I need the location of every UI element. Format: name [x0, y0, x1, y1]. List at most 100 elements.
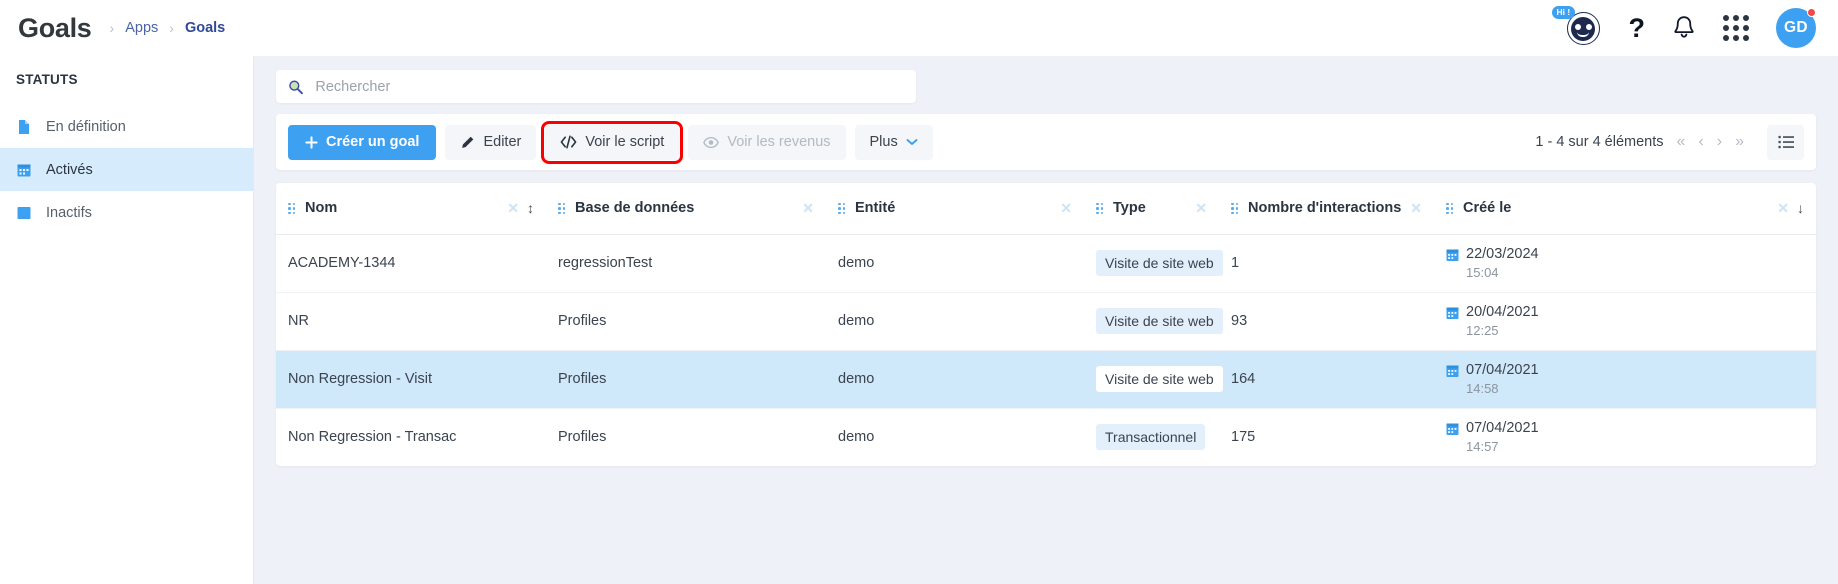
pagination-last-button[interactable]: »: [1735, 134, 1744, 150]
cell-interactions: 164: [1219, 350, 1434, 409]
table-row[interactable]: NR Profiles demo Visite de site web 93 2…: [276, 292, 1816, 351]
apps-grid-button[interactable]: [1723, 15, 1749, 41]
table-row[interactable]: ACADEMY-1344 regressionTest demo Visite …: [276, 234, 1816, 293]
table-header: Nom ✕ ↕ Base de données ✕ Entité ✕ Type …: [276, 183, 1816, 235]
breadcrumb-separator: ›: [109, 20, 115, 36]
column-label: Créé le: [1463, 200, 1512, 217]
eye-icon: [703, 136, 720, 149]
cell-cree-le: 20/04/2021 12:25: [1434, 292, 1816, 351]
cell-base: Profiles: [558, 429, 607, 446]
column-header-nom[interactable]: Nom ✕ ↕: [276, 183, 546, 235]
cell-type: Transactionnel: [1084, 408, 1219, 466]
cell-interactions: 1: [1219, 234, 1434, 293]
cell-type: Visite de site web: [1084, 234, 1223, 293]
sidebar-item-actives[interactable]: Activés: [0, 148, 253, 191]
remove-column-icon[interactable]: ✕: [802, 200, 814, 217]
code-icon: [560, 135, 577, 149]
drag-handle-icon[interactable]: [558, 202, 565, 214]
list-view-toggle-button[interactable]: [1767, 124, 1804, 160]
create-goal-button[interactable]: Créer un goal: [288, 124, 437, 160]
created-time: 14:58: [1466, 380, 1499, 396]
help-button[interactable]: ?: [1628, 12, 1646, 43]
calendar-icon: [1446, 307, 1459, 320]
document-icon: [19, 119, 29, 134]
edit-button[interactable]: Editer: [445, 124, 537, 160]
cell-cree-le: 07/04/2021 14:58: [1434, 350, 1816, 409]
table-row[interactable]: Non Regression - Visit Profiles demo Vis…: [276, 350, 1816, 409]
pagination-summary: 1 - 4 sur 4 éléments: [1535, 134, 1664, 150]
type-badge: Visite de site web: [1096, 308, 1223, 334]
cell-entite: demo: [826, 234, 1084, 293]
sort-toggle-icon[interactable]: ↓: [1797, 200, 1804, 216]
table-header-row: Nom ✕ ↕ Base de données ✕ Entité ✕ Type …: [276, 183, 1816, 235]
bot-mouth-icon: [1577, 32, 1589, 37]
cell-base: Profiles: [546, 292, 826, 351]
column-header-nombre-d-interactions[interactable]: Nombre d'interactions ✕: [1219, 183, 1434, 235]
created-date: 07/04/2021: [1466, 420, 1539, 437]
main-content: Créer un goal Editer Voir le script: [254, 56, 1838, 584]
calendar-icon: [1446, 423, 1459, 436]
search-box[interactable]: [276, 70, 916, 103]
column-header-base-de-donnees[interactable]: Base de données ✕: [546, 183, 826, 235]
goals-table-card: Nom ✕ ↕ Base de données ✕ Entité ✕ Type …: [276, 183, 1816, 466]
calendar-icon: [17, 164, 31, 176]
breadcrumb: › Apps › Goals: [110, 20, 226, 36]
sidebar-item-label: Activés: [46, 161, 93, 178]
edit-label: Editer: [483, 134, 522, 150]
remove-column-icon[interactable]: ✕: [507, 200, 519, 217]
cell-nom: NR: [276, 292, 546, 351]
search-row: [254, 70, 1838, 114]
pagination-first-button[interactable]: «: [1677, 134, 1686, 150]
pagination-prev-button[interactable]: ‹: [1698, 134, 1703, 150]
column-header-entite[interactable]: Entité ✕: [826, 183, 1084, 235]
column-header-type[interactable]: Type ✕: [1084, 183, 1219, 235]
square-icon: [17, 206, 31, 219]
created-time: 15:04: [1466, 264, 1499, 280]
sidebar-item-en-definition[interactable]: En définition: [0, 105, 253, 148]
remove-column-icon[interactable]: ✕: [1195, 200, 1207, 217]
grid-icon: [1723, 15, 1749, 41]
more-label: Plus: [869, 134, 898, 150]
drag-handle-icon[interactable]: [1446, 202, 1453, 214]
create-goal-label: Créer un goal: [326, 134, 420, 150]
column-label: Type: [1113, 200, 1146, 217]
calendar-icon: [1446, 365, 1459, 378]
cell-base: regressionTest: [546, 234, 826, 293]
cell-type: Visite de site web: [1084, 292, 1223, 351]
sidebar-item-label: En définition: [46, 118, 126, 135]
column-header-cree-le[interactable]: Créé le ✕ ↓: [1434, 183, 1816, 235]
sidebar-item-inactifs[interactable]: Inactifs: [0, 191, 253, 234]
toolbar: Créer un goal Editer Voir le script Voir…: [276, 114, 1816, 170]
drag-handle-icon[interactable]: [838, 202, 845, 214]
table-row[interactable]: Non Regression - Transac Profiles demo T…: [276, 408, 1816, 466]
remove-column-icon[interactable]: ✕: [1060, 200, 1072, 217]
view-script-button[interactable]: Voir le script: [541, 120, 684, 164]
user-menu[interactable]: GD: [1776, 8, 1816, 48]
view-revenue-label: Voir les revenus: [727, 134, 831, 150]
cell-cree-le: 22/03/2024 15:04: [1434, 234, 1816, 293]
pencil-icon: [460, 135, 475, 150]
sidebar-title: STATUTS: [16, 72, 78, 87]
pagination-next-button[interactable]: ›: [1717, 134, 1722, 150]
sort-toggle-icon[interactable]: ↕: [527, 200, 534, 216]
remove-column-icon[interactable]: ✕: [1777, 200, 1789, 217]
drag-handle-icon[interactable]: [288, 202, 295, 214]
breadcrumb-item-apps[interactable]: Apps: [125, 20, 158, 36]
search-input[interactable]: [313, 77, 904, 96]
cell-interactions: 175: [1231, 429, 1256, 446]
question-mark-icon: ?: [1628, 12, 1646, 43]
remove-column-icon[interactable]: ✕: [1410, 200, 1422, 217]
assistant-bot-button[interactable]: Hi !: [1551, 6, 1602, 47]
cell-nom: Non Regression - Visit: [276, 350, 546, 409]
cell-cree-le: 07/04/2021 14:57: [1434, 408, 1816, 466]
top-bar-actions: Hi ! ? GD: [1551, 6, 1816, 48]
drag-handle-icon[interactable]: [1231, 202, 1238, 214]
breadcrumb-item-goals[interactable]: Goals: [185, 20, 225, 36]
column-label: Nom: [305, 200, 338, 217]
created-time: 14:57: [1466, 439, 1499, 455]
more-button[interactable]: Plus: [854, 124, 933, 160]
drag-handle-icon[interactable]: [1096, 202, 1103, 214]
calendar-icon: [1446, 249, 1459, 262]
assistant-greeting-badge: Hi !: [1551, 6, 1576, 19]
notifications-button[interactable]: [1672, 15, 1696, 41]
